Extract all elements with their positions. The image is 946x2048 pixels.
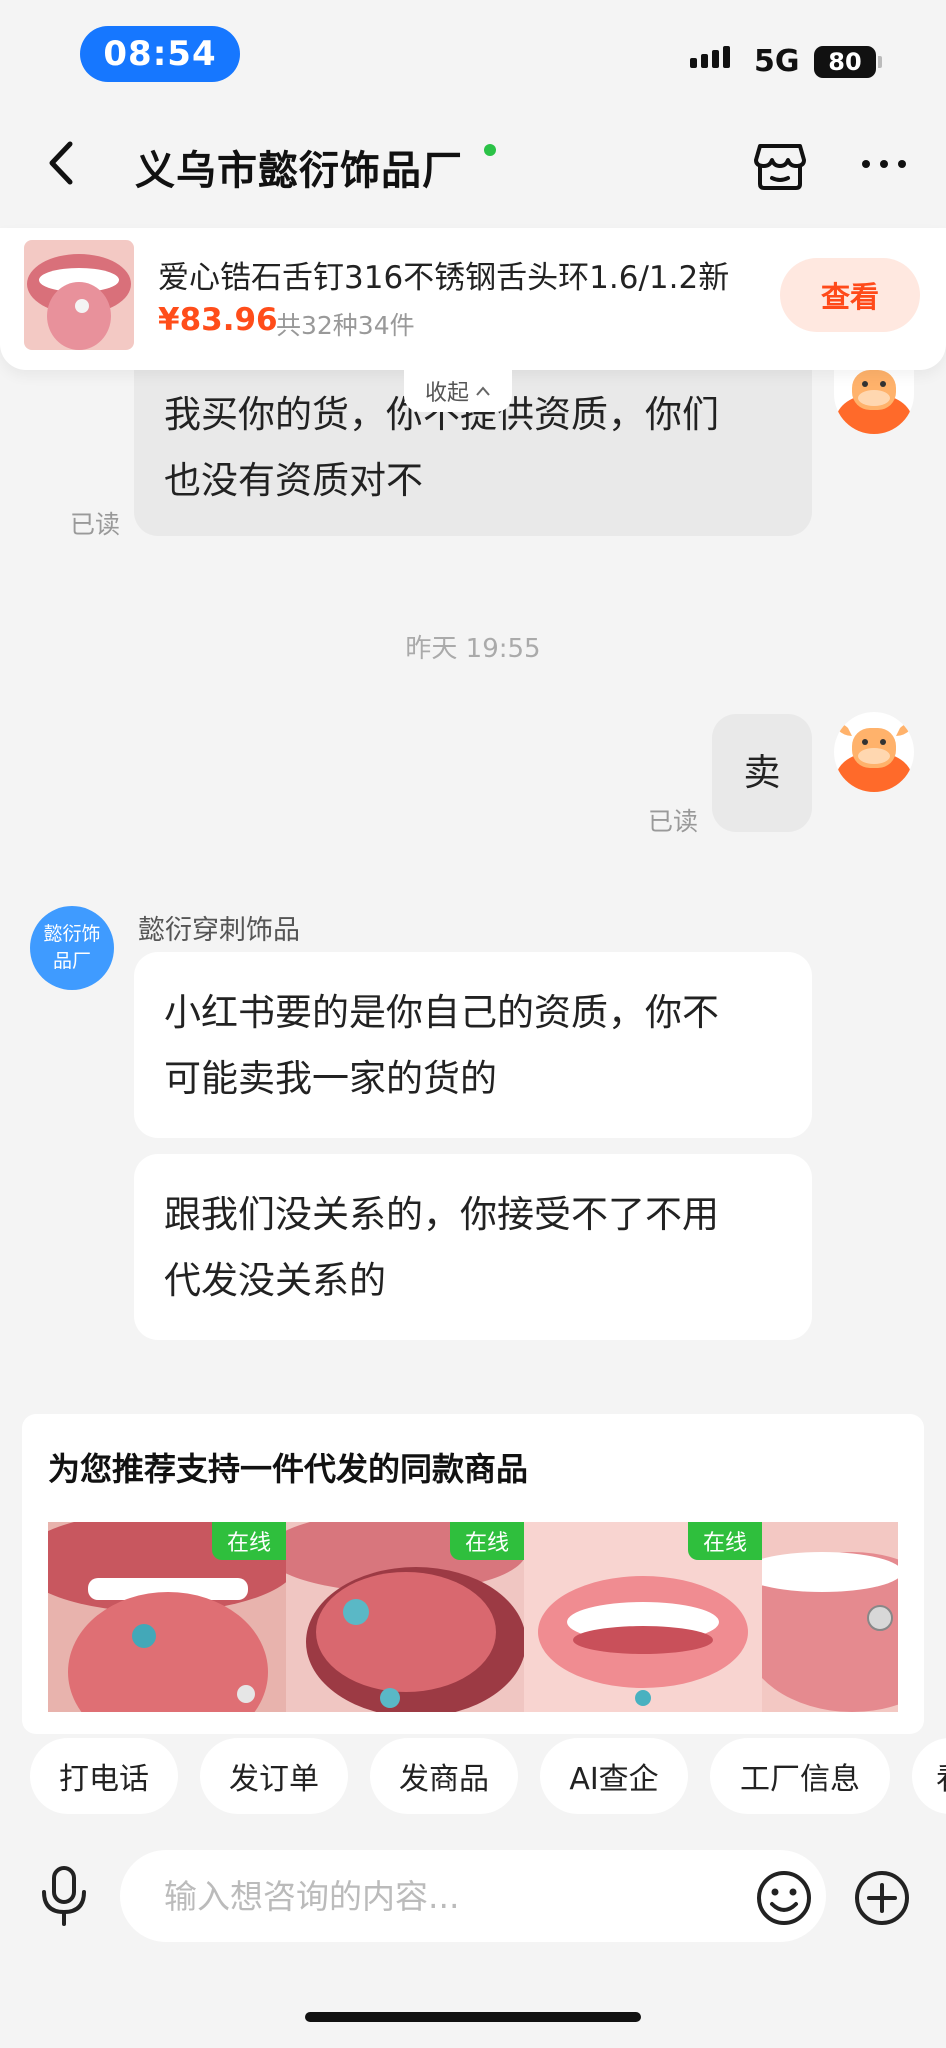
product-price: ¥83.96 (158, 302, 278, 338)
send-product-button[interactable]: 发商品 (370, 1738, 518, 1814)
shop-button[interactable] (750, 134, 810, 194)
online-badge: 在线 (212, 1522, 286, 1560)
input-bar (0, 1850, 946, 1946)
product-name: 爱心锆石舌钉316不锈钢舌头环1.6/1.2新 (158, 260, 730, 296)
my-avatar[interactable] (834, 712, 914, 792)
emoji-button[interactable] (754, 1868, 814, 1928)
read-receipt: 已读 (70, 510, 121, 539)
smiley-icon (757, 1871, 811, 1925)
call-button[interactable]: 打电话 (30, 1738, 178, 1814)
message-input[interactable] (120, 1850, 826, 1942)
product-count: 共32种34件 (276, 311, 415, 340)
time-divider: 昨天 19:55 (405, 634, 541, 664)
storefront-icon (754, 144, 806, 190)
collapse-button[interactable]: 收起 (404, 370, 512, 412)
shop-avatar[interactable]: 懿衍饰品厂 (30, 906, 114, 990)
collapse-label: 收起 (424, 381, 469, 406)
incoming-message[interactable]: 小红书要的是你自己的资质，你不 可能卖我一家的货的 (134, 952, 812, 1138)
recommend-item[interactable]: 在线 (286, 1522, 524, 1712)
recommend-title: 为您推荐支持一件代发的同款商品 (48, 1450, 529, 1488)
status-bar: 08:54 5G 80 (0, 0, 946, 100)
online-status-dot (484, 144, 496, 156)
more-dot (862, 160, 870, 168)
nav-bar: 义乌市懿衍饰品厂 (0, 120, 946, 206)
back-button[interactable] (36, 138, 86, 188)
ai-company-check-button[interactable]: AI查企 (540, 1738, 688, 1814)
more-dot (898, 160, 906, 168)
cow-avatar-icon (836, 724, 912, 792)
send-order-button[interactable]: 发订单 (200, 1738, 348, 1814)
page-title: 义乌市懿衍饰品厂 (135, 148, 463, 194)
battery-icon: 80 (814, 46, 882, 78)
incoming-message[interactable]: 跟我们没关系的，你接受不了不用 代发没关系的 (134, 1154, 812, 1340)
read-receipt: 已读 (648, 807, 699, 836)
message-text: 卖 (743, 751, 781, 794)
recommend-card: 为您推荐支持一件代发的同款商品 在线 在线 在线 (22, 1414, 924, 1734)
recommend-item[interactable]: 在线 (48, 1522, 286, 1712)
sender-name: 懿衍穿刺饰品 (138, 915, 300, 946)
product-card[interactable]: 爱心锆石舌钉316不锈钢舌头环1.6/1.2新 ¥83.96 共32种34件 查… (0, 228, 946, 370)
chevron-left-icon (49, 141, 73, 185)
signal-icon (690, 46, 730, 68)
more-dot (880, 160, 888, 168)
online-badge: 在线 (688, 1522, 762, 1560)
outgoing-message[interactable]: 卖 (712, 714, 812, 832)
chevron-up-icon (476, 386, 490, 396)
view-product-button[interactable]: 查看 (780, 258, 920, 332)
recommend-item[interactable] (762, 1522, 898, 1712)
factory-info-button[interactable]: 工厂信息 (710, 1738, 890, 1814)
quick-actions: 打电话 发订单 发商品 AI查企 工厂信息 看 (0, 1738, 946, 1814)
more-action-button[interactable]: 看 (912, 1738, 946, 1814)
recommend-item[interactable]: 在线 (524, 1522, 762, 1712)
status-time: 08:54 (80, 26, 240, 82)
product-thumbnail (24, 240, 134, 350)
message-text: 跟我们没关系的，你接受不了不用 代发没关系的 (164, 1193, 719, 1302)
voice-button[interactable] (34, 1864, 94, 1928)
home-indicator[interactable] (305, 2012, 641, 2022)
more-button[interactable] (852, 134, 916, 194)
add-attachment-button[interactable] (852, 1868, 912, 1928)
message-text: 小红书要的是你自己的资质，你不 可能卖我一家的货的 (164, 991, 719, 1100)
recommend-strip[interactable]: 在线 在线 在线 (48, 1522, 898, 1712)
product-image (762, 1522, 898, 1712)
plus-circle-icon (855, 1871, 909, 1925)
online-badge: 在线 (450, 1522, 524, 1560)
microphone-icon (42, 1866, 86, 1926)
network-label: 5G (754, 44, 800, 79)
